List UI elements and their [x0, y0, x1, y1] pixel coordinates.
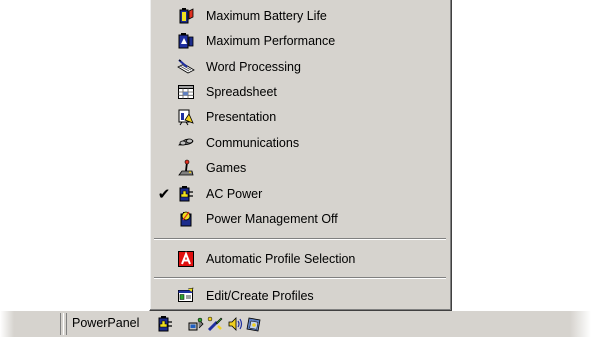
menu-item-label: Edit/Create Profiles: [206, 289, 314, 303]
menu-item-word-processing[interactable]: Word Processing: [153, 56, 447, 78]
menu-item-automatic-profile-selection[interactable]: Automatic Profile Selection: [153, 248, 447, 270]
presentation-icon: [175, 108, 197, 126]
powerpanel-context-menu: Maximum Battery Life Maximum Performance…: [149, 0, 452, 311]
menu-separator: [154, 277, 446, 279]
network-tray-icon[interactable]: [187, 315, 205, 333]
edit-profiles-icon: [175, 287, 197, 305]
spreadsheet-icon: [175, 83, 197, 101]
menu-item-label: Communications: [206, 136, 300, 150]
menu-item-presentation[interactable]: Presentation: [153, 106, 447, 128]
menu-item-communications[interactable]: Communications: [153, 132, 447, 154]
display-tray-icon[interactable]: [245, 315, 263, 333]
menu-item-maximum-performance[interactable]: Maximum Performance: [153, 30, 447, 52]
menu-item-label: Maximum Battery Life: [206, 9, 327, 23]
menu-item-label: Power Management Off: [206, 212, 338, 226]
menu-item-label: Automatic Profile Selection: [206, 252, 356, 266]
word-processing-icon: [175, 58, 197, 76]
menu-item-maximum-battery-life[interactable]: Maximum Battery Life: [153, 5, 447, 27]
menu-item-label: AC Power: [206, 187, 263, 201]
communications-icon: [175, 134, 197, 152]
performance-icon: [175, 32, 197, 50]
menu-item-label: Games: [206, 161, 247, 175]
menu-item-edit-create-profiles[interactable]: Edit/Create Profiles: [153, 285, 447, 307]
menu-item-label: Spreadsheet: [206, 85, 277, 99]
ac-power-icon: [175, 185, 197, 203]
taskbar-grip[interactable]: [63, 313, 67, 335]
checkmark-icon: ✔: [157, 185, 171, 203]
menu-item-ac-power[interactable]: ✔ AC Power: [153, 183, 447, 205]
auto-profile-icon: [175, 250, 197, 268]
volume-tray-icon[interactable]: [226, 315, 244, 333]
menu-item-label: Word Processing: [206, 60, 301, 74]
joystick-icon: [175, 159, 197, 177]
battery-life-icon: [175, 7, 197, 25]
powerpanel-tray-icon[interactable]: [156, 315, 174, 333]
menu-item-label: Maximum Performance: [206, 34, 336, 48]
tool-tray-icon[interactable]: [206, 315, 224, 333]
menu-item-games[interactable]: Games: [153, 157, 447, 179]
taskbar: PowerPanel: [0, 311, 591, 337]
menu-item-label: Presentation: [206, 110, 277, 124]
menu-item-power-management-off[interactable]: Power Management Off: [153, 208, 447, 230]
taskbar-label-powerpanel[interactable]: PowerPanel: [72, 316, 139, 330]
power-off-icon: [175, 210, 197, 228]
menu-separator: [154, 238, 446, 240]
menu-item-spreadsheet[interactable]: Spreadsheet: [153, 81, 447, 103]
